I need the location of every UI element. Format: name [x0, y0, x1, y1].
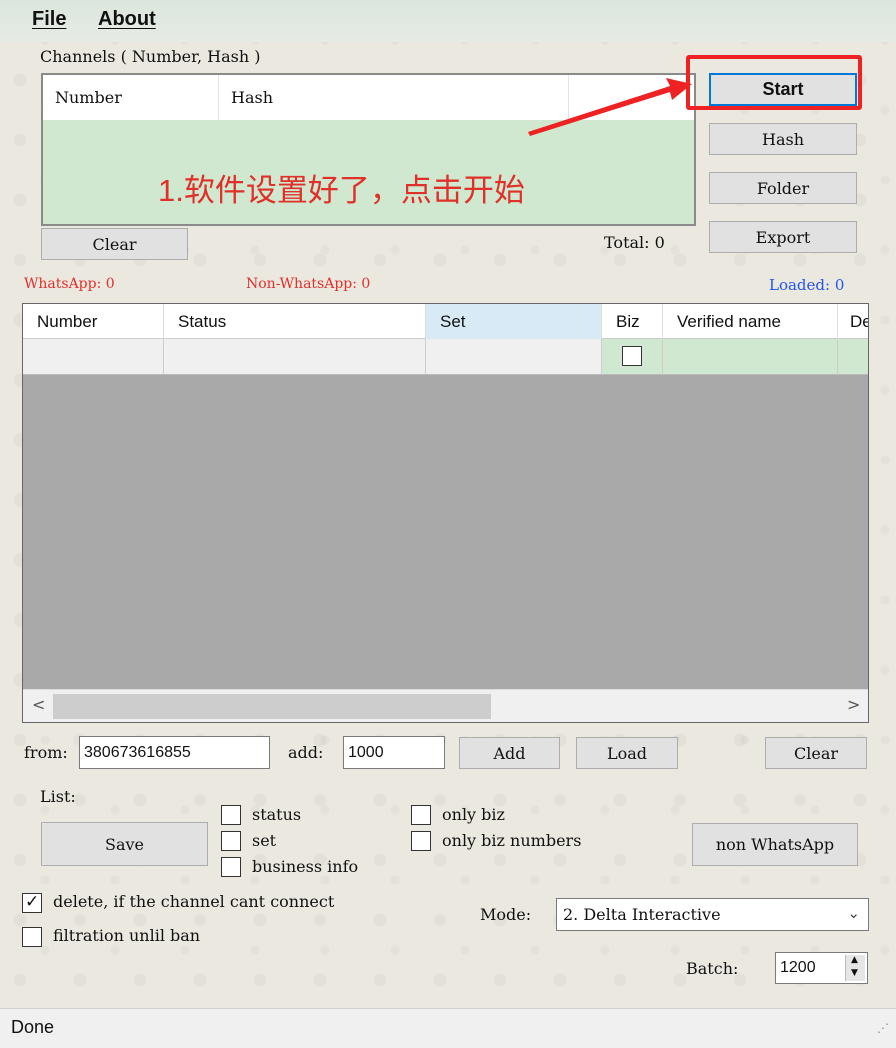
channels-col-hash[interactable]: Hash [219, 75, 569, 120]
batch-spin-buttons[interactable]: ▲ ▼ [845, 955, 865, 981]
add-button[interactable]: Add [459, 737, 560, 769]
load-button[interactable]: Load [576, 737, 678, 769]
filtration-until-ban-checkbox[interactable] [22, 927, 42, 947]
grid-col-set[interactable]: Set [426, 304, 602, 339]
highlight-box [686, 55, 862, 110]
business-info-checkbox-label: business info [252, 857, 359, 876]
channels-total: Total: 0 [604, 233, 665, 252]
spin-up-icon[interactable]: ▲ [851, 955, 858, 965]
grid-clear-button[interactable]: Clear [765, 737, 867, 769]
add-input[interactable]: 1000 [343, 736, 445, 769]
grid-cell-status[interactable] [164, 339, 426, 375]
grid-cell-verified-name[interactable] [663, 339, 838, 375]
scroll-left-icon[interactable]: < [32, 695, 45, 714]
grid-col-number[interactable]: Number [23, 304, 164, 339]
status-checkbox-label: status [252, 805, 302, 824]
list-label: List: [40, 787, 76, 806]
delete-if-cant-connect-label: delete, if the channel cant connect [53, 892, 335, 911]
channels-clear-button[interactable]: Clear [41, 228, 188, 260]
annotation-text: 1.软件设置好了，点击开始 [158, 173, 525, 208]
resize-grip-icon[interactable]: ⋰ [877, 1021, 889, 1035]
mode-label: Mode: [480, 905, 532, 924]
grid-col-biz[interactable]: Biz [602, 304, 663, 339]
only-biz-numbers-checkbox-label: only biz numbers [442, 831, 582, 850]
annotation-arrow-icon [528, 78, 692, 136]
business-info-checkbox[interactable] [221, 857, 241, 877]
chevron-down-icon: ⌄ [847, 904, 860, 922]
from-label: from: [24, 743, 68, 762]
loaded-counter: Loaded: 0 [769, 276, 845, 294]
only-biz-numbers-checkbox[interactable] [411, 831, 431, 851]
status-bar: Done ⋰ [0, 1008, 896, 1048]
grid-cell-number[interactable] [23, 339, 164, 375]
filtration-until-ban-label: filtration unlil ban [53, 926, 201, 945]
menu-about[interactable]: About [98, 8, 156, 31]
grid-col-status[interactable]: Status [164, 304, 426, 339]
from-input[interactable]: 380673616855 [79, 736, 270, 769]
menu-file[interactable]: File [32, 8, 66, 31]
grid-col-verified-name[interactable]: Verified name [663, 304, 838, 339]
grid-hscrollbar[interactable]: < > [23, 689, 868, 722]
set-checkbox-label: set [252, 831, 277, 850]
status-text: Done [11, 1017, 55, 1037]
status-checkbox[interactable] [221, 805, 241, 825]
save-button[interactable]: Save [41, 822, 208, 866]
only-biz-checkbox[interactable] [411, 805, 431, 825]
add-label: add: [288, 743, 324, 762]
delete-if-cant-connect-checkbox[interactable] [22, 892, 42, 913]
grid-cell-biz [602, 339, 663, 375]
export-button[interactable]: Export [709, 221, 857, 253]
scroll-thumb[interactable] [53, 694, 491, 719]
grid-col-de[interactable]: De [838, 304, 868, 339]
grid-biz-checkbox[interactable] [622, 346, 642, 366]
set-checkbox[interactable] [221, 831, 241, 851]
mode-select-value: 2. Delta Interactive [563, 905, 721, 924]
results-grid-header: Number Status Set Biz Verified name De [23, 304, 868, 339]
menu-bar: File About [0, 0, 896, 42]
channels-col-number[interactable]: Number [43, 75, 219, 120]
mode-select[interactable]: 2. Delta Interactive ⌄ [556, 898, 869, 931]
results-grid[interactable]: Number Status Set Biz Verified name De <… [22, 303, 869, 723]
batch-value: 1200 [780, 959, 816, 976]
hash-button[interactable]: Hash [709, 123, 857, 155]
batch-stepper[interactable]: 1200 ▲ ▼ [775, 952, 868, 984]
grid-cell-set[interactable] [426, 339, 602, 375]
non-whatsapp-counter: Non-WhatsApp: 0 [246, 276, 371, 292]
non-whatsapp-button[interactable]: non WhatsApp [692, 823, 858, 866]
spin-down-icon[interactable]: ▼ [851, 968, 858, 978]
scroll-right-icon[interactable]: > [847, 695, 860, 714]
whatsapp-counter: WhatsApp: 0 [24, 276, 115, 292]
batch-label: Batch: [686, 959, 739, 978]
channels-title: Channels ( Number, Hash ) [40, 47, 261, 66]
folder-button[interactable]: Folder [709, 172, 857, 204]
grid-cell-de[interactable] [838, 339, 868, 375]
only-biz-checkbox-label: only biz [442, 805, 505, 824]
